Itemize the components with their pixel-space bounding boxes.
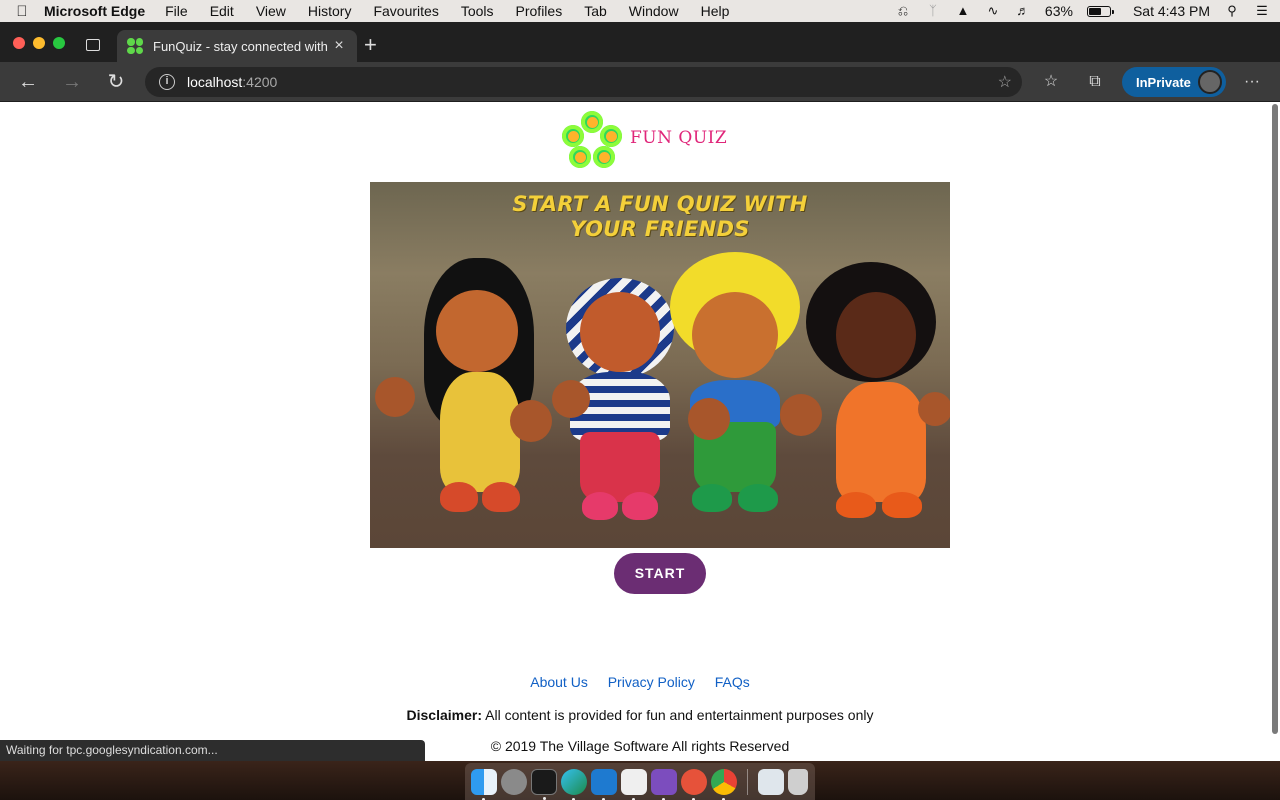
more-menu-icon[interactable]: ··· xyxy=(1242,72,1262,92)
battery-icon[interactable] xyxy=(1086,5,1114,17)
disclaimer-label: Disclaimer: xyxy=(406,707,482,723)
tab-title: FunQuiz - stay connected with xyxy=(153,38,328,54)
vscode-icon[interactable] xyxy=(591,768,617,800)
preview-icon[interactable] xyxy=(758,768,784,795)
tab-strip: FunQuiz - stay connected with × + xyxy=(0,22,1280,62)
start-button[interactable]: START xyxy=(614,553,706,594)
bluetooth-icon[interactable]: ᛉ xyxy=(925,4,941,18)
menu-tools[interactable]: Tools xyxy=(461,3,494,19)
funquiz-logo[interactable]: FUN QUIZ xyxy=(560,107,727,169)
menu-favourites[interactable]: Favourites xyxy=(373,3,438,19)
doll-arm xyxy=(918,392,950,426)
macos-dock xyxy=(465,763,815,800)
menu-view[interactable]: View xyxy=(256,3,286,19)
inprivate-button[interactable]: InPrivate xyxy=(1122,67,1226,97)
status-bar: Waiting for tpc.googlesyndication.com... xyxy=(0,740,425,761)
address-bar[interactable]: i localhost:4200 ☆ xyxy=(145,67,1022,97)
volume-icon[interactable]: ♬ xyxy=(1015,4,1031,18)
tab-actions-icon[interactable] xyxy=(86,39,100,51)
menubar-clock[interactable]: Sat 4:43 PM xyxy=(1133,3,1210,19)
launchpad-icon[interactable] xyxy=(501,768,527,795)
visual-studio-icon[interactable] xyxy=(651,768,677,800)
wifi-icon[interactable]: ∿ xyxy=(985,4,1001,18)
doll-arm xyxy=(688,398,730,440)
window-minimize-button[interactable] xyxy=(33,37,45,49)
doll-arm xyxy=(510,400,552,442)
funquiz-favicon-icon xyxy=(127,38,143,54)
privacy-policy-link[interactable]: Privacy Policy xyxy=(608,674,695,690)
url-port: :4200 xyxy=(242,74,278,90)
app-icon[interactable] xyxy=(621,768,647,800)
chrome-icon[interactable] xyxy=(711,768,737,800)
menu-history[interactable]: History xyxy=(308,3,352,19)
collections-icon[interactable]: ⧉ xyxy=(1085,72,1105,92)
vpn-icon[interactable]: ⎌ xyxy=(895,4,911,18)
disclaimer-text: All content is provided for fun and ente… xyxy=(482,707,874,723)
doll-figure xyxy=(670,252,800,542)
menu-tab[interactable]: Tab xyxy=(584,3,607,19)
footer-links: About Us Privacy Policy FAQs xyxy=(0,674,1269,690)
browser-toolbar: ← → ↻ i localhost:4200 ☆ ☆ ⧉ InPrivate ·… xyxy=(0,62,1280,102)
control-center-icon[interactable]: ☰ xyxy=(1254,4,1270,18)
window-close-button[interactable] xyxy=(13,37,25,49)
menu-app-name[interactable]: Microsoft Edge xyxy=(44,3,145,19)
logo-text: FUN QUIZ xyxy=(630,128,728,148)
menu-window[interactable]: Window xyxy=(629,3,679,19)
hero-headline-line2: YOUR FRIENDS xyxy=(570,217,750,241)
forward-button[interactable]: → xyxy=(60,70,84,94)
scrollbar-thumb[interactable] xyxy=(1272,104,1278,734)
add-favourite-icon[interactable]: ☆ xyxy=(998,72,1012,92)
site-info-icon[interactable]: i xyxy=(159,74,175,90)
window-zoom-button[interactable] xyxy=(53,37,65,49)
doll-arm xyxy=(552,380,590,418)
doll-arm xyxy=(780,394,822,436)
menu-help[interactable]: Help xyxy=(701,3,730,19)
hero-image: START A FUN QUIZ WITH YOUR FRIENDS xyxy=(370,182,950,548)
new-tab-button[interactable]: + xyxy=(364,32,377,58)
tab-close-icon[interactable]: × xyxy=(331,37,347,55)
back-button[interactable]: ← xyxy=(16,70,40,94)
trash-icon[interactable] xyxy=(788,768,808,795)
favourites-icon[interactable]: ☆ xyxy=(1041,72,1061,92)
disclaimer: Disclaimer: All content is provided for … xyxy=(0,707,1269,723)
hero-headline-line1: START A FUN QUIZ WITH xyxy=(512,192,808,216)
git-client-icon[interactable] xyxy=(681,768,707,800)
dock-separator xyxy=(747,768,748,795)
url-host: localhost xyxy=(187,74,243,90)
menu-edit[interactable]: Edit xyxy=(210,3,234,19)
terminal-icon[interactable] xyxy=(531,768,557,800)
inprivate-label: InPrivate xyxy=(1136,74,1191,90)
finder-icon[interactable] xyxy=(471,768,497,800)
profile-avatar xyxy=(1198,70,1222,94)
about-us-link[interactable]: About Us xyxy=(530,674,588,690)
battery-percent: 63% xyxy=(1044,3,1073,19)
page-scrollbar[interactable] xyxy=(1269,102,1280,761)
menu-profiles[interactable]: Profiles xyxy=(516,3,563,19)
macos-menubar:  Microsoft Edge File Edit View History … xyxy=(0,0,1280,22)
edge-icon[interactable] xyxy=(561,768,587,800)
faqs-link[interactable]: FAQs xyxy=(715,674,750,690)
doll-arm xyxy=(375,377,415,417)
tab-funquiz[interactable]: FunQuiz - stay connected with × xyxy=(117,30,357,62)
doll-figure xyxy=(410,242,550,542)
apple-menu-icon[interactable]:  xyxy=(0,3,44,20)
turtle-icon[interactable]: ▲ xyxy=(955,4,971,18)
flower-emoji-logo-icon xyxy=(560,107,624,169)
menu-file[interactable]: File xyxy=(165,3,188,19)
hero-headline: START A FUN QUIZ WITH YOUR FRIENDS xyxy=(370,192,950,242)
reload-button[interactable]: ↻ xyxy=(104,70,128,94)
web-page: FUN QUIZ START A FUN QUIZ WITH YOUR FRIE… xyxy=(0,102,1269,761)
search-icon[interactable]: ⚲ xyxy=(1224,4,1240,18)
